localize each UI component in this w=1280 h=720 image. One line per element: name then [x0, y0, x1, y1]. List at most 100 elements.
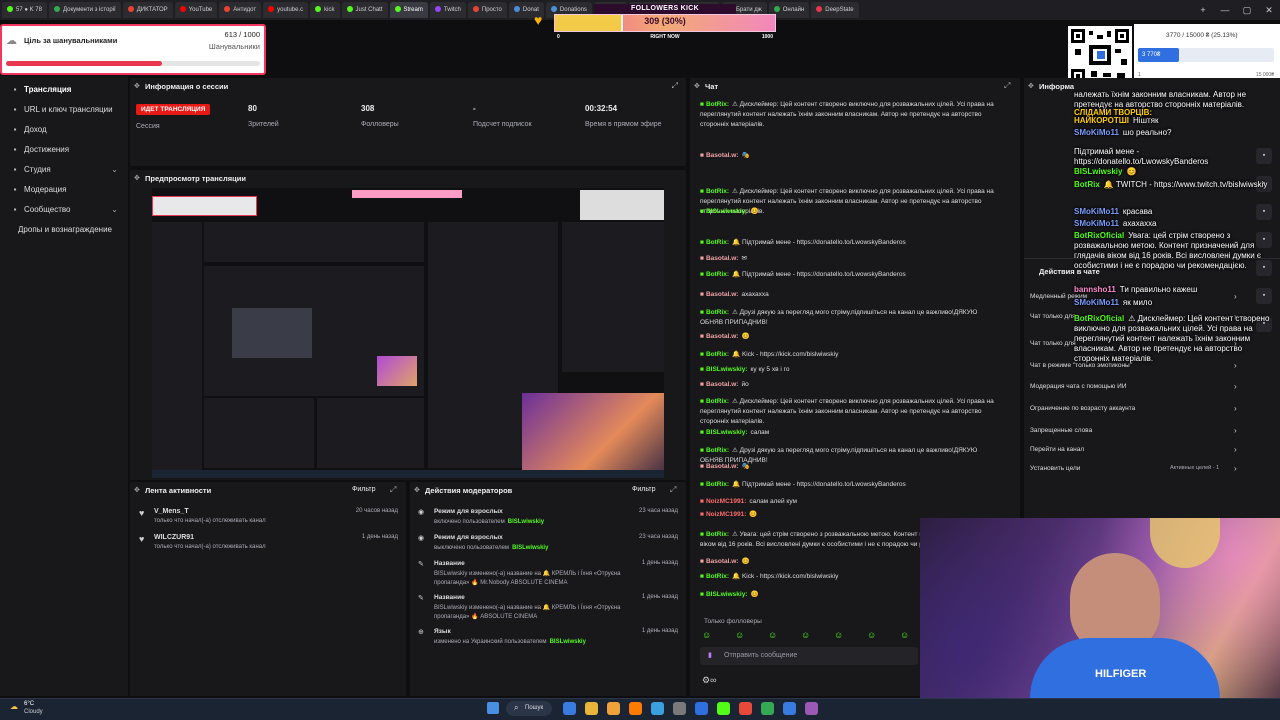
kick-icon[interactable]: [717, 702, 730, 715]
edge-icon[interactable]: [651, 702, 664, 715]
move-icon[interactable]: ✥: [134, 82, 140, 90]
sidebar-item[interactable]: ▪ Доход: [0, 120, 128, 138]
expand-icon[interactable]: ⤢: [672, 81, 678, 91]
chat-nick[interactable]: NoizMC1991:: [706, 498, 746, 505]
new-tab-icon[interactable]: +: [1192, 5, 1214, 15]
chat-nick[interactable]: Basotal.w:: [706, 463, 739, 470]
sidebar-item[interactable]: ▪ URL и ключ трансляции: [0, 100, 128, 118]
weather-icon[interactable]: ☁: [10, 702, 18, 711]
chat-nick[interactable]: BotRix:: [706, 239, 729, 246]
move-icon[interactable]: ✥: [414, 486, 420, 494]
emote-icon[interactable]: ☺: [702, 630, 711, 640]
move-icon[interactable]: ✥: [694, 82, 700, 90]
sidebar-item[interactable]: ▪ Студия ⌄: [0, 160, 128, 178]
windows-start-icon[interactable]: [487, 702, 499, 714]
chat-nick[interactable]: Basotal.w:: [706, 381, 739, 388]
close-icon[interactable]: ✕: [1258, 5, 1280, 16]
chevron-right-icon[interactable]: ›: [1234, 382, 1237, 391]
browser-tab[interactable]: Stream: [389, 2, 428, 18]
chat-nick[interactable]: BotRix:: [706, 573, 729, 580]
browser-tab[interactable]: 57 ● K 78: [2, 2, 47, 18]
emote-icon[interactable]: ☺: [768, 630, 777, 640]
minimize-icon[interactable]: —: [1214, 5, 1236, 15]
chat-nick[interactable]: BotRix:: [706, 447, 729, 454]
chat-setting-label[interactable]: Чат только для: [1030, 313, 1076, 320]
settings-icon[interactable]: [805, 702, 818, 715]
maps-icon[interactable]: [761, 702, 774, 715]
browser-tab[interactable]: Документи з історії: [48, 2, 121, 18]
firefox-icon[interactable]: [629, 702, 642, 715]
browser-tab[interactable]: Just Chatt: [341, 2, 388, 18]
chat-nick[interactable]: BISLwiwskiy:: [706, 591, 748, 598]
sidebar-item[interactable]: ▪ Трансляция: [0, 80, 128, 98]
chat-nick[interactable]: Basotal.w:: [706, 152, 739, 159]
chat-nick[interactable]: BotRix:: [706, 351, 729, 358]
chevron-right-icon[interactable]: ›: [1234, 464, 1237, 473]
folder-icon[interactable]: [607, 702, 620, 715]
chevron-right-icon[interactable]: ›: [1234, 445, 1237, 454]
expand-icon[interactable]: ⤢: [1004, 81, 1010, 91]
sidebar-item[interactable]: ▪ Модерация: [0, 180, 128, 198]
browser-tab[interactable]: DeepState: [811, 2, 859, 18]
sidebar-item[interactable]: Дропы и вознаграждение: [0, 220, 128, 238]
emote-row[interactable]: ☺ ☺ ☺ ☺ ☺ ☺ ☺: [702, 630, 912, 642]
chat-nick[interactable]: BotRix:: [706, 398, 729, 405]
taskbar-search[interactable]: ⌕ Пошук: [506, 701, 552, 716]
chat-nick[interactable]: BotRix:: [706, 309, 729, 316]
expand-icon[interactable]: ⤢: [670, 485, 676, 495]
browser-tab[interactable]: Просто: [467, 2, 507, 18]
sidebar-item[interactable]: ▪ Достижения: [0, 140, 128, 158]
browser-tab[interactable]: YouTube: [174, 2, 218, 18]
emote-icon[interactable]: ☺: [834, 630, 843, 640]
chat-setting-label[interactable]: Модерация чата с помощью ИИ: [1030, 383, 1127, 390]
chrome-icon[interactable]: [739, 702, 752, 715]
chevron-right-icon[interactable]: ›: [1234, 426, 1237, 435]
emote-icon[interactable]: ☺: [801, 630, 810, 640]
chat-nick[interactable]: NoizMC1991:: [706, 511, 746, 518]
move-icon[interactable]: ✥: [134, 486, 140, 494]
chat-setting-label[interactable]: Установить цели: [1030, 465, 1080, 472]
chat-setting-label[interactable]: Ограничение по возрасту аккаунта: [1030, 405, 1135, 412]
browser-tab[interactable]: ДИКТАТОР: [122, 2, 173, 18]
chat-nick[interactable]: BotRix:: [706, 481, 729, 488]
activity-filter-button[interactable]: Фильтр: [352, 486, 376, 493]
emote-icon[interactable]: ☺: [735, 630, 744, 640]
browser-tab[interactable]: kick: [310, 2, 340, 18]
emote-icon[interactable]: ☺: [900, 630, 909, 640]
mail-icon[interactable]: [695, 702, 708, 715]
task-view-icon[interactable]: [563, 702, 576, 715]
chat-nick[interactable]: BotRix:: [706, 101, 729, 108]
chat-input[interactable]: ▮ Отправить сообщение: [700, 647, 918, 665]
chat-badge-icon[interactable]: ▮: [708, 651, 712, 659]
expand-icon[interactable]: ⤢: [390, 485, 396, 495]
chat-nick[interactable]: BotRix:: [706, 531, 729, 538]
chat-nick[interactable]: Basotal.w:: [706, 291, 739, 298]
mod-filter-button[interactable]: Фильтр: [632, 486, 656, 493]
chat-nick[interactable]: Basotal.w:: [706, 255, 739, 262]
browser-tab[interactable]: Twitch: [429, 2, 466, 18]
stream-preview-video[interactable]: [152, 188, 664, 478]
chat-nick[interactable]: BotRix:: [706, 271, 729, 278]
chat-settings-icon[interactable]: ⚙∞: [702, 675, 716, 686]
tab-favicon-icon: [224, 6, 231, 13]
move-icon[interactable]: ✥: [134, 174, 140, 182]
chat-setting-label[interactable]: Запрещенные слова: [1030, 427, 1092, 434]
chat-nick[interactable]: BISLwiwskiy:: [706, 208, 748, 215]
chevron-right-icon[interactable]: ›: [1234, 404, 1237, 413]
chat-nick[interactable]: Basotal.w:: [706, 558, 739, 565]
browser-tab[interactable]: youtube.c: [263, 2, 309, 18]
file-explorer-icon[interactable]: [585, 702, 598, 715]
chat-nick[interactable]: BotRix:: [706, 188, 729, 195]
chat-setting-label[interactable]: Чат только для: [1030, 340, 1076, 347]
chat-nick[interactable]: Basotal.w:: [706, 333, 739, 340]
sidebar-item[interactable]: ▪ Сообщество ⌄: [0, 200, 128, 218]
store-icon[interactable]: [783, 702, 796, 715]
maximize-icon[interactable]: ▢: [1236, 5, 1258, 16]
move-icon[interactable]: ✥: [1028, 82, 1034, 90]
chat-nick[interactable]: BISLwiwskiy:: [706, 366, 748, 373]
obs-icon[interactable]: [673, 702, 686, 715]
chat-setting-label[interactable]: Перейти на канал: [1030, 446, 1084, 453]
browser-tab[interactable]: Антидот: [219, 2, 262, 18]
chat-nick[interactable]: BISLwiwskiy:: [706, 429, 748, 436]
emote-icon[interactable]: ☺: [867, 630, 876, 640]
